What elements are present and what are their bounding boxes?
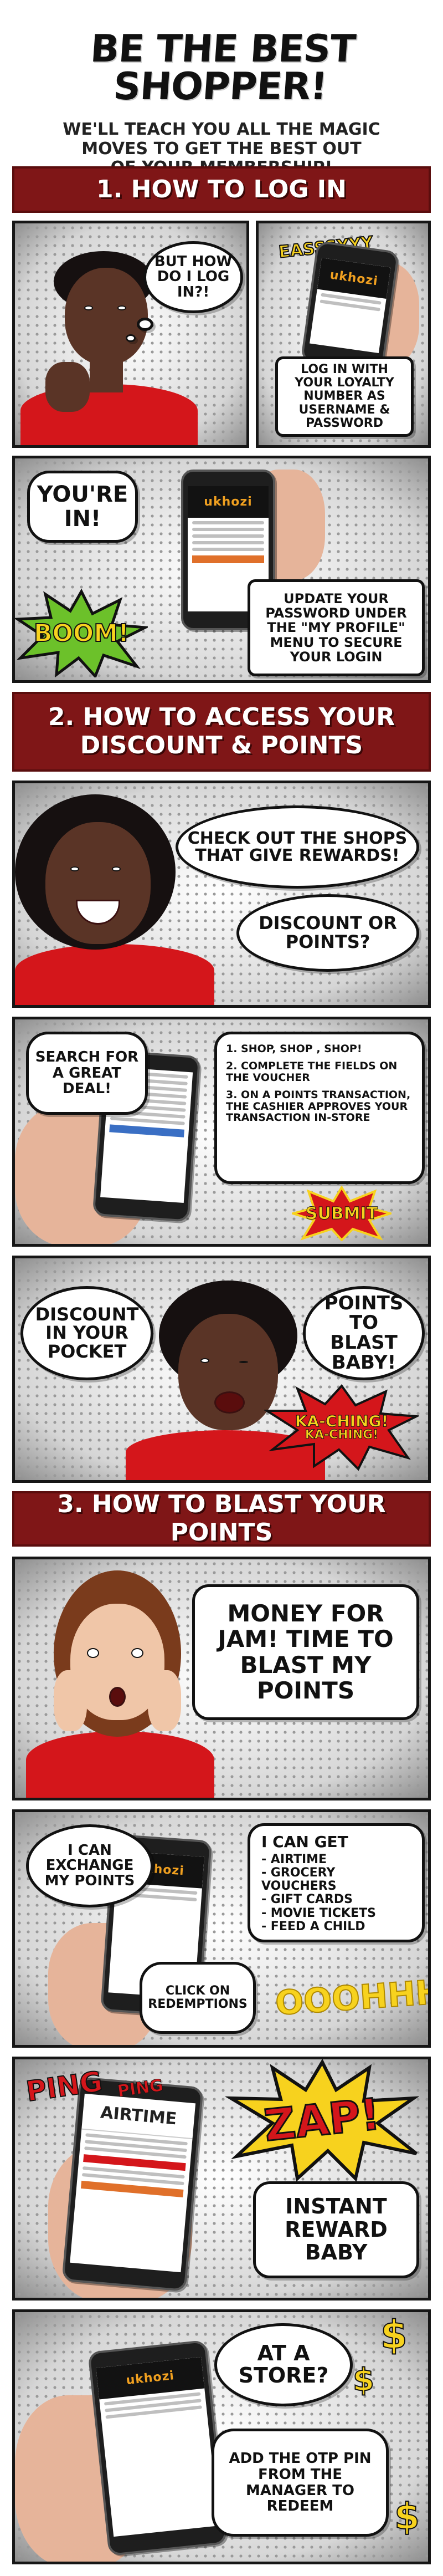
reward-gift-cards: - GIFT CARDS <box>261 1893 353 1907</box>
section-2-banner: 2. HOW TO ACCESS YOUR DISCOUNT & POINTS <box>12 692 431 772</box>
discount-points-text: DISCOUNT OR POINTS? <box>259 912 397 952</box>
shops-panel: CHECK OUT THE SHOPS THAT GIVE REWARDS! D… <box>12 781 431 1008</box>
step-1: 1. SHOP, SHOP , SHOP! <box>226 1043 362 1055</box>
password-tip-text: UPDATE YOUR PASSWORD UNDER THE "MY PROFI… <box>265 590 407 665</box>
page-header: BE THE BEST SHOPPER! WE'LL TEACH YOU ALL… <box>0 0 443 177</box>
rewards-list-box: I CAN GET - AIRTIME - GROCERY VOUCHERS -… <box>248 1823 425 1942</box>
shops-bubble-text: CHECK OUT THE SHOPS THAT GIVE REWARDS! <box>187 828 408 865</box>
discount-points-bubble: DISCOUNT OR POINTS? <box>236 894 419 972</box>
phone-logo-text: ukhozi <box>317 258 391 299</box>
otp-text: ADD THE OTP PIN FROM THE MANAGER TO REDE… <box>229 2450 372 2515</box>
section-1-banner: 1. HOW TO LOG IN <box>12 166 431 213</box>
instant-reward-text: INSTANT REWARD BABY <box>285 2194 388 2265</box>
password-tip-box: UPDATE YOUR PASSWORD UNDER THE "MY PROFI… <box>248 579 425 676</box>
login-panel: BUT HOW DO I LOG IN?! EASSSYYY ukhozi LO… <box>12 221 431 448</box>
instant-reward-bubble: INSTANT REWARD BABY <box>253 2181 419 2278</box>
otp-bubble: ADD THE OTP PIN FROM THE MANAGER TO REDE… <box>212 2429 389 2537</box>
boom-burst: BOOM! <box>15 589 148 677</box>
section-3-title: 3. HOW TO BLAST YOUR POINTS <box>57 1490 386 1547</box>
page-title: BE THE BEST SHOPPER! <box>89 27 357 109</box>
money-for-jam-bubble: MONEY FOR JAM! TIME TO BLAST MY POINTS <box>192 1584 419 1720</box>
exchange-panel: ukhozi I CAN EXCHANGE MY POINTS I CAN GE… <box>12 1809 431 2048</box>
step-2: 2. COMPLETE THE FIELDS ON THE VOUCHER <box>226 1059 398 1084</box>
pocket-bubble: DISCOUNT IN YOUR POCKET <box>20 1286 153 1380</box>
thought-bubble-text: BUT HOW DO I LOG IN?! <box>154 253 233 300</box>
section-2-title-line-2: DISCOUNT & POINTS <box>80 731 363 759</box>
pocket-bubble-text: DISCOUNT IN YOUR POCKET <box>35 1303 139 1362</box>
phone-logo-text-2: ukhozi <box>188 486 269 518</box>
kaching-text-2: KA-CHING! <box>305 1428 379 1442</box>
store-panel: ukhozi AT A STORE? ADD THE OTP PIN FROM … <box>12 2309 431 2564</box>
airtime-panel: AIRTIME PING PING ZAP! INSTANT REWARD BA… <box>12 2057 431 2300</box>
kaching-burst: KA-CHING! KA-CHING! <box>264 1383 419 1472</box>
reward-airtime: - AIRTIME <box>261 1852 327 1866</box>
step-3: 3. ON A POINTS TRANSACTION, THE CASHIER … <box>226 1088 411 1124</box>
airtime-screen-title: AIRTIME <box>81 2093 196 2140</box>
reward-feed-child: - FEED A CHILD <box>261 1919 365 1934</box>
login-tip-text: LOG IN WITH YOUR LOYALTY NUMBER AS USERN… <box>295 363 394 430</box>
subtitle-line-1: WE'LL TEACH YOU ALL THE MAGIC <box>63 120 380 139</box>
youre-in-text: YOU'RE IN! <box>37 482 128 532</box>
blast-baby-bubble: POINTS TO BLAST BABY! <box>303 1286 425 1380</box>
submit-burst: SUBMIT <box>292 1186 392 1241</box>
login-phone-panel: EASSSYYY ukhozi LOG IN WITH YOUR LOYALTY… <box>256 221 431 448</box>
at-a-store-bubble: AT A STORE? <box>214 2323 353 2406</box>
logged-in-panel: YOU'RE IN! BOOM! ukhozi UPDATE YOUR PASS… <box>12 456 431 683</box>
thought-dot-small <box>126 334 136 342</box>
search-deal-text: SEARCH FOR A GREAT DEAL! <box>35 1049 139 1098</box>
pocket-panel: DISCOUNT IN YOUR POCKET POINTS TO BLAST … <box>12 1256 431 1483</box>
phone-login-image: ukhozi <box>300 240 400 373</box>
phone-store-image: ukhozi <box>87 2339 228 2557</box>
thought-bubble: BUT HOW DO I LOG IN?! <box>143 241 243 313</box>
blast-baby-text: POINTS TO BLAST BABY! <box>324 1292 404 1374</box>
at-a-store-text: AT A STORE? <box>238 2341 329 2388</box>
login-tip-box: LOG IN WITH YOUR LOYALTY NUMBER AS USERN… <box>275 356 414 437</box>
phone-airtime-image: AIRTIME <box>61 2076 204 2292</box>
dollar-icon-2: $ <box>352 2361 375 2399</box>
exchange-bubble: I CAN EXCHANGE MY POINTS <box>26 1824 153 1907</box>
thought-dot-large <box>137 318 153 331</box>
exchange-text: I CAN EXCHANGE MY POINTS <box>44 1842 135 1889</box>
confused-woman-panel: BUT HOW DO I LOG IN?! <box>12 221 249 448</box>
subtitle-line-2: MOVES TO GET THE BEST OUT <box>81 139 362 159</box>
submit-text: SUBMIT <box>305 1203 378 1223</box>
excited-woman-image <box>15 783 214 1005</box>
ooohhh-sfx: OOOHHH <box>274 1972 431 2023</box>
redemptions-text: CLICK ON REDEMPTIONS <box>148 1983 248 2011</box>
reward-movie-tickets: - MOVIE TICKETS <box>261 1906 376 1920</box>
dollar-icon-1: $ <box>380 2312 408 2358</box>
kaching-text-1: KA-CHING! <box>295 1412 389 1430</box>
shops-bubble: CHECK OUT THE SHOPS THAT GIVE REWARDS! <box>176 805 419 889</box>
redemptions-bubble: CLICK ON REDEMPTIONS <box>140 1962 256 2034</box>
dollar-icon-3: $ <box>394 2495 420 2538</box>
section-3-banner: 3. HOW TO BLAST YOUR POINTS <box>12 1491 431 1547</box>
steps-box: 1. SHOP, SHOP , SHOP! 2. COMPLETE THE FI… <box>214 1032 425 1184</box>
money-for-jam-text: MONEY FOR JAM! TIME TO BLAST MY POINTS <box>218 1600 394 1704</box>
money-panel: MONEY FOR JAM! TIME TO BLAST MY POINTS <box>12 1557 431 1800</box>
search-deal-bubble: SEARCH FOR A GREAT DEAL! <box>26 1032 148 1115</box>
deal-panel: SEARCH FOR A GREAT DEAL! 1. SHOP, SHOP ,… <box>12 1017 431 1247</box>
boom-text: BOOM! <box>33 619 130 648</box>
youre-in-bubble: YOU'RE IN! <box>27 471 138 543</box>
section-1-title: 1. HOW TO LOG IN <box>96 175 347 203</box>
zap-burst: ZAP! <box>225 2059 419 2181</box>
section-2-title-line-1: 2. HOW TO ACCESS YOUR <box>48 703 395 732</box>
reward-grocery: - GROCERY VOUCHERS <box>261 1865 337 1894</box>
rewards-list-title: I CAN GET <box>261 1833 348 1851</box>
